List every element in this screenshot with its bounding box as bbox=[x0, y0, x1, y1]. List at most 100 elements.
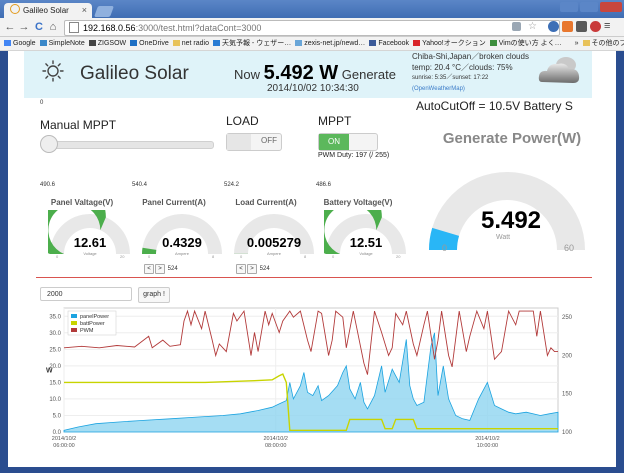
timestamp: 2014/10/02 10:34:30 bbox=[267, 83, 359, 94]
bookmark-label: net radio bbox=[181, 40, 209, 47]
bookmark-item[interactable]: OneDrive bbox=[130, 37, 169, 50]
bookmark-icon bbox=[4, 40, 11, 46]
bookmark-item[interactable]: SimpleNote bbox=[39, 37, 85, 50]
forward-button[interactable]: → bbox=[18, 20, 30, 34]
gauge-title: Load Current(A) bbox=[235, 198, 297, 207]
gauge-title: Panel Current(A) bbox=[142, 198, 206, 207]
bookmark-icon bbox=[88, 40, 96, 46]
mppt-toggle[interactable]: ON bbox=[318, 133, 378, 151]
y-tick-label: 25.0 bbox=[49, 347, 61, 353]
home-button[interactable]: ⌂ bbox=[47, 20, 59, 34]
extension-icon[interactable] bbox=[576, 21, 587, 32]
y-tick-label: 10.0 bbox=[49, 397, 61, 403]
bookmark-label: » bbox=[574, 40, 579, 47]
bookmark-icon bbox=[295, 40, 303, 46]
gauge-raw-reading: 490.6 bbox=[40, 182, 56, 188]
bookmark-icon bbox=[369, 40, 377, 46]
bookmark-item[interactable]: » bbox=[565, 37, 579, 50]
bookmark-item[interactable]: Facebook bbox=[369, 37, 409, 50]
extension-icon[interactable] bbox=[562, 21, 573, 32]
bookmark-item[interactable]: その他のブックマーク bbox=[582, 37, 624, 50]
bookmark-icon bbox=[172, 40, 180, 46]
now-prefix: Now bbox=[234, 67, 261, 82]
bookmark-label: zexis-net.jp/newd… bbox=[304, 40, 366, 47]
bookmark-item[interactable]: Vimの使い方 よく… bbox=[489, 37, 562, 50]
bookmark-star-icon[interactable]: ☆ bbox=[528, 22, 538, 32]
current-generation: Now 5.492 W Generate bbox=[234, 62, 396, 85]
browser-tab[interactable]: Galileo Solar × bbox=[4, 3, 92, 18]
bookmark-label: その他のブックマーク bbox=[591, 40, 624, 47]
mppt-toggle-state: ON bbox=[319, 134, 349, 150]
mppt-label: MPPT bbox=[318, 114, 352, 128]
gauge-value: 12.61 bbox=[73, 235, 107, 250]
page-action-icon[interactable] bbox=[512, 22, 521, 31]
bookmark-item[interactable]: Google bbox=[4, 37, 36, 50]
y-axis-label: W bbox=[46, 367, 53, 374]
x-tick-label: 10:00:00 bbox=[477, 443, 498, 449]
bookmark-label: 天気予報 - ウェザー… bbox=[221, 40, 292, 47]
pager: < > 524 bbox=[236, 264, 270, 274]
legend-label: battPower bbox=[80, 321, 105, 327]
slider-handle[interactable] bbox=[40, 135, 58, 153]
gauge-raw-reading: 540.4 bbox=[132, 182, 148, 188]
prev-button[interactable]: < bbox=[236, 264, 246, 274]
bookmark-label: ZIGSOW bbox=[97, 40, 127, 47]
bookmark-item[interactable]: ZIGSOW bbox=[88, 37, 127, 50]
power-history-chart: 0.05.010.015.020.025.030.035.01001502002… bbox=[46, 307, 573, 449]
tab-close-icon[interactable]: × bbox=[82, 3, 87, 18]
load-toggle[interactable]: OFF bbox=[226, 133, 282, 151]
sun-favicon-icon bbox=[10, 4, 20, 14]
graph-range-input[interactable]: 2000 bbox=[40, 287, 132, 301]
minimize-button[interactable] bbox=[560, 2, 578, 12]
bookmark-item[interactable]: Yahoo!オークション bbox=[413, 37, 486, 50]
next-button[interactable]: > bbox=[155, 264, 165, 274]
extension-icon[interactable] bbox=[548, 21, 559, 32]
menu-icon[interactable]: ≡ bbox=[604, 21, 618, 32]
bookmark-icon bbox=[212, 40, 220, 46]
bookmark-icon bbox=[413, 40, 421, 46]
bookmark-item[interactable]: zexis-net.jp/newd… bbox=[295, 37, 365, 50]
x-tick-label: 06:00:00 bbox=[53, 443, 74, 449]
bookmark-label: Google bbox=[13, 40, 36, 47]
pager-value: 524 bbox=[259, 266, 270, 272]
gauge-title: Battery Voltage(V) bbox=[323, 198, 393, 207]
generate-power-max: 60 bbox=[564, 243, 575, 253]
legend-swatch bbox=[71, 314, 77, 318]
y2-tick-label: 250 bbox=[562, 315, 573, 321]
back-button[interactable]: ← bbox=[4, 20, 16, 34]
weather-source-link[interactable]: (OpenWeatherMap) bbox=[412, 84, 529, 95]
tab-title: Galileo Solar bbox=[23, 6, 69, 15]
graph-button[interactable]: graph ! bbox=[138, 287, 170, 303]
y-tick-label: 35.0 bbox=[49, 314, 61, 320]
bookmark-icon bbox=[39, 40, 47, 46]
weather-panel: Chiba-Shi,Japan／broken clouds temp: 20.4… bbox=[412, 52, 529, 94]
reload-button[interactable]: C bbox=[33, 20, 45, 34]
generate-power-title: Generate Power(W) bbox=[442, 130, 582, 147]
bookmark-item[interactable]: net radio bbox=[172, 37, 209, 50]
gauge-raw-reading: 486.6 bbox=[316, 182, 332, 188]
generate-power-min: 0 bbox=[442, 243, 448, 253]
bookmark-item[interactable]: 天気予報 - ウェザー… bbox=[212, 37, 292, 50]
url-path: :3000/test.html?dataCont=3000 bbox=[135, 23, 262, 33]
counter-label: 0 bbox=[40, 100, 44, 106]
weather-sun: sunrise: 5:35／sunset: 17:22 bbox=[412, 75, 489, 81]
address-bar[interactable]: 192.168.0.56:3000/test.html?dataCont=300… bbox=[64, 20, 560, 36]
gauge-value: 0.4329 bbox=[162, 235, 202, 250]
gauge-min: 0 bbox=[240, 254, 243, 259]
x-tick-label: 2014/10/2 bbox=[263, 436, 287, 442]
y2-tick-label: 100 bbox=[562, 430, 573, 436]
manual-mppt-slider[interactable] bbox=[42, 141, 214, 149]
y2-tick-label: 200 bbox=[562, 353, 573, 359]
now-value: 5.492 W bbox=[263, 62, 339, 84]
close-window-button[interactable] bbox=[600, 2, 622, 12]
sun-icon bbox=[42, 60, 64, 82]
bookmark-label: Vimの使い方 よく… bbox=[498, 40, 562, 47]
gauge-max: 20 bbox=[396, 254, 401, 259]
bookmark-icon bbox=[130, 40, 138, 46]
prev-button[interactable]: < bbox=[144, 264, 154, 274]
maximize-button[interactable] bbox=[580, 2, 598, 12]
extension-icon[interactable] bbox=[590, 21, 601, 32]
now-suffix: Generate bbox=[341, 67, 396, 82]
next-button[interactable]: > bbox=[247, 264, 257, 274]
brand-title: Galileo Solar bbox=[80, 63, 189, 84]
